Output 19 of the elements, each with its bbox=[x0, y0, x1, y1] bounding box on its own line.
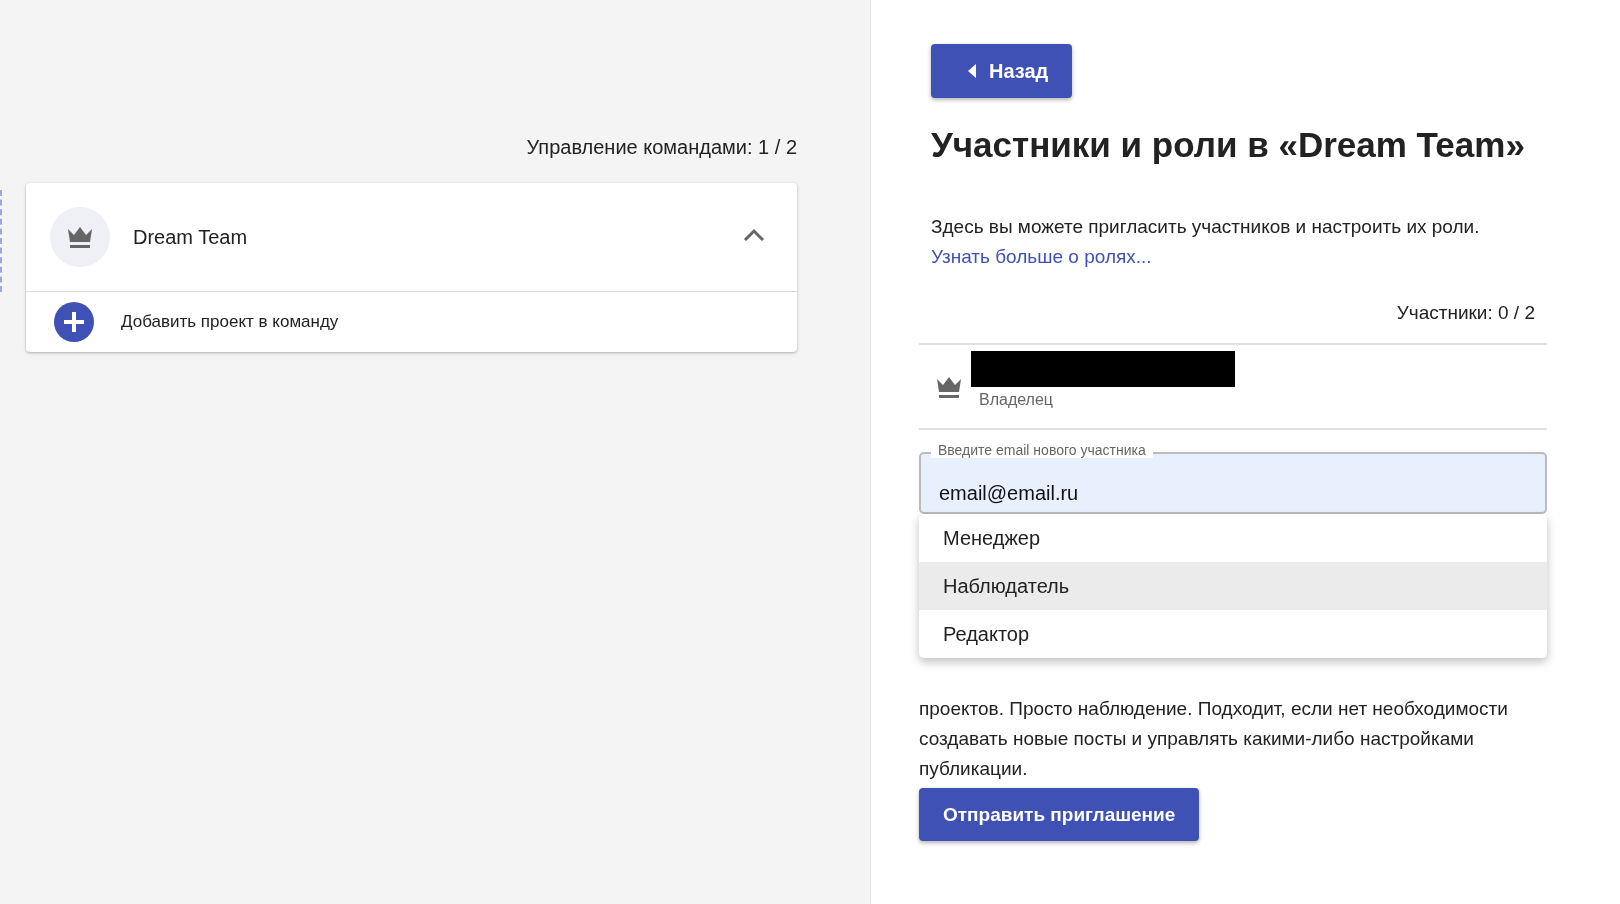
back-button[interactable]: Назад bbox=[931, 44, 1073, 98]
caret-icon bbox=[967, 63, 977, 79]
menu-item[interactable]: Менеджер bbox=[919, 514, 1547, 562]
crown-icon bbox=[66, 225, 94, 249]
send-invite-button[interactable]: Отправить приглашение bbox=[919, 788, 1200, 841]
menu-item[interactable]: Редактор bbox=[919, 610, 1547, 658]
add-project-link[interactable]: Добавить проект в команду bbox=[121, 312, 339, 332]
chevron-icon[interactable] bbox=[743, 228, 765, 242]
page-title: Участники и роли в «Dream Team» bbox=[931, 124, 1526, 166]
members-counter: Участники: 0 / 2 bbox=[1395, 302, 1536, 325]
intro-text: Здесь вы можете пригласить участников и настроить их роли. bbox=[931, 215, 1481, 239]
add-icon[interactable] bbox=[54, 302, 94, 342]
menu-item[interactable]: Наблюдатель bbox=[919, 562, 1547, 610]
teams-counter: Управление командами: 1 / 2 bbox=[525, 136, 797, 159]
member-role: Владелец bbox=[979, 390, 1054, 409]
field-label: Введите email нового участника bbox=[931, 442, 1153, 458]
role-description: проектов. Просто наблюдение. Подходит, если нет необходимости создавать новые посты и управлять какими-либо настройками публикации. bbox=[919, 697, 1509, 781]
team-name: Dream Team bbox=[133, 225, 249, 249]
learn-more-link[interactable]: Узнать больше о ролях... bbox=[931, 246, 1152, 267]
